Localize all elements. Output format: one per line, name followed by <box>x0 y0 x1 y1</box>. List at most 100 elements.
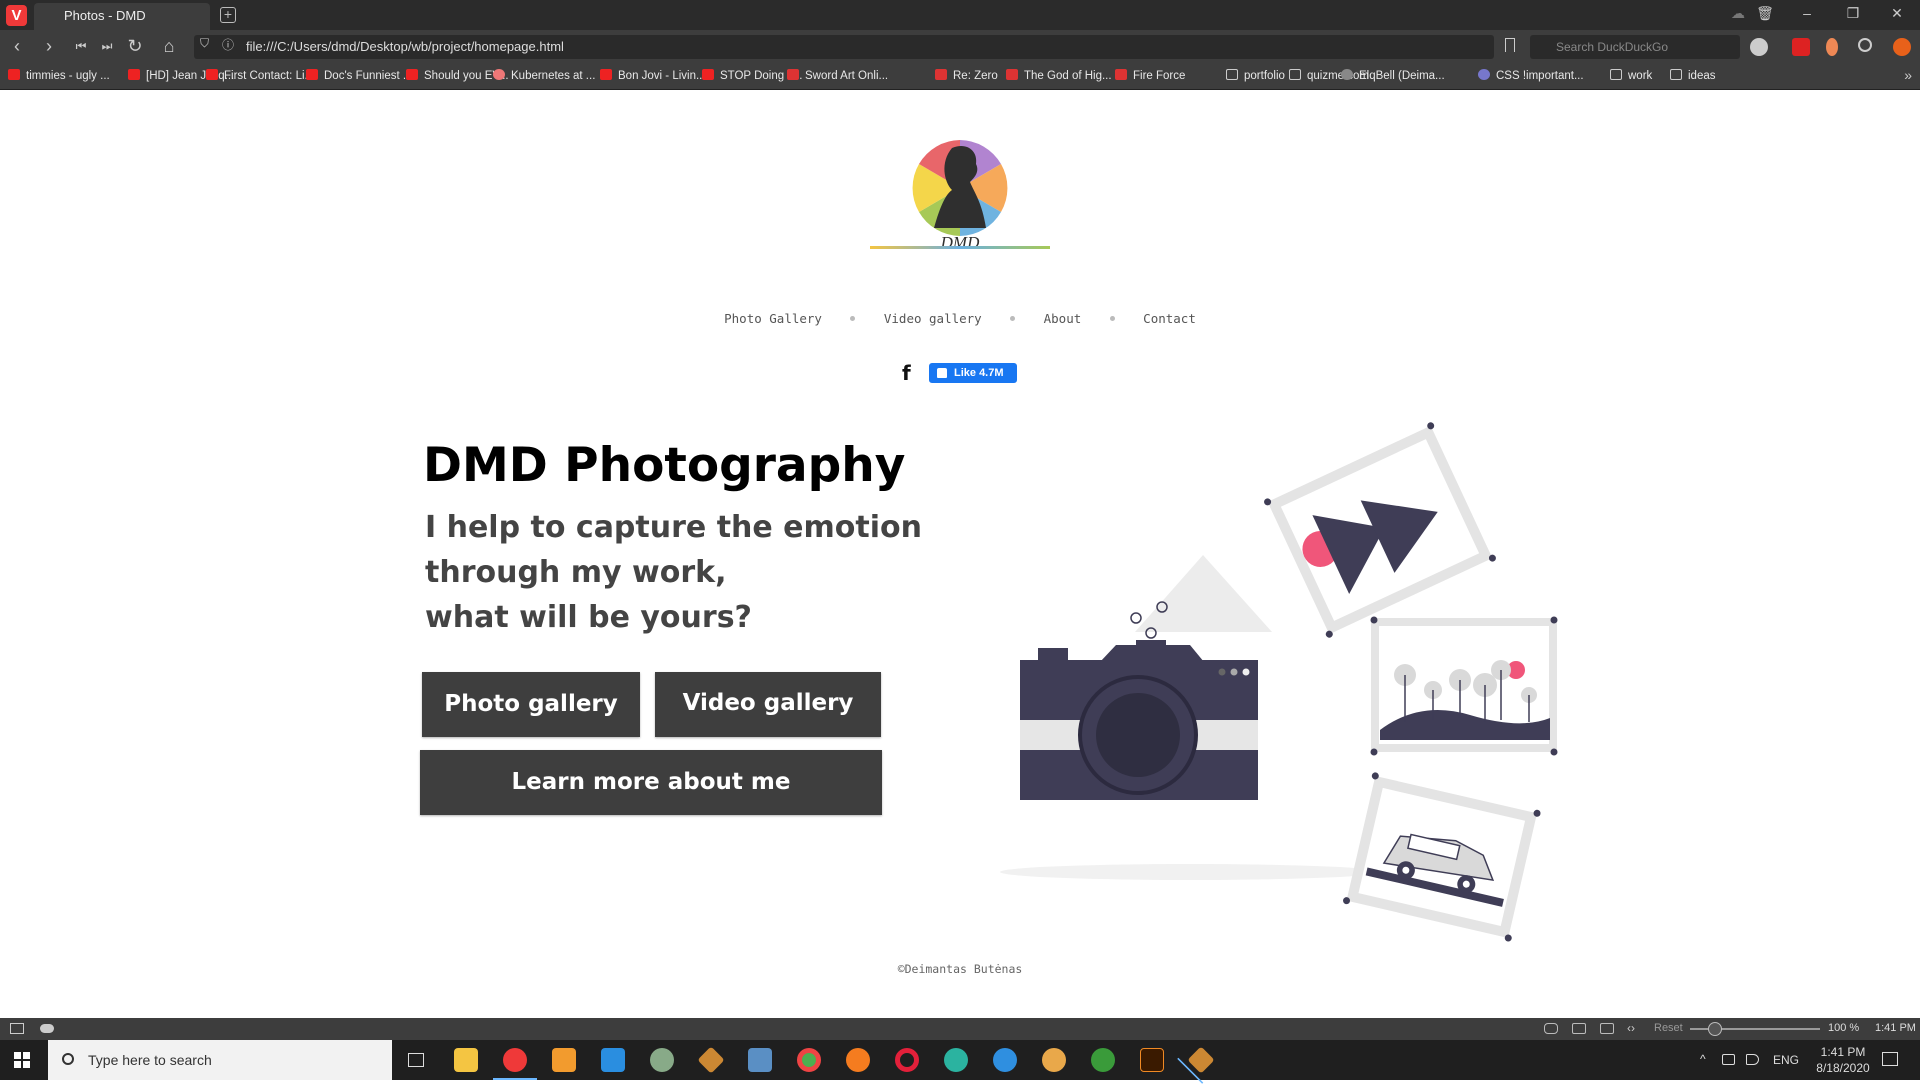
folder-icon <box>1226 69 1238 80</box>
hero-tagline: I help to capture the emotion through my… <box>425 505 985 640</box>
fast-forward-button[interactable]: ⏭ <box>96 36 118 56</box>
bookmark-item[interactable]: CSS !important... <box>1478 69 1584 82</box>
svg-text:DMD: DMD <box>940 233 980 252</box>
bookmark-item[interactable]: ideas <box>1670 69 1716 82</box>
zoom-level: 100 % <box>1828 1022 1860 1034</box>
page-actions-icon[interactable]: ‹› <box>1627 1021 1635 1035</box>
info-icon[interactable]: ⓘ <box>222 36 234 53</box>
reload-button[interactable]: ↻ <box>124 36 146 56</box>
bookmark-item[interactable]: timmies - ugly ... <box>8 69 110 82</box>
action-center-icon[interactable] <box>1882 1052 1898 1066</box>
profile-avatar-icon[interactable] <box>1750 38 1768 56</box>
bookmark-page-icon[interactable] <box>1505 38 1515 52</box>
xbox-icon[interactable] <box>1091 1048 1115 1072</box>
nav-separator <box>850 316 856 321</box>
windows-start-icon[interactable] <box>14 1052 30 1068</box>
home-button[interactable]: ⌂ <box>158 36 180 56</box>
browser-tab-bar: V Photos - DMD + ☁ 🗑 – ❐ ✕ <box>0 0 1920 30</box>
tiling-icon[interactable] <box>1572 1023 1586 1034</box>
bookmark-item[interactable]: Fire Force <box>1115 69 1185 82</box>
bookmarks-overflow-icon[interactable]: » <box>1904 67 1912 83</box>
video-gallery-button[interactable]: Video gallery <box>655 672 881 737</box>
minimize-button[interactable]: – <box>1797 5 1817 21</box>
tab-photos-dmd[interactable]: Photos - DMD <box>34 3 210 30</box>
network-icon[interactable] <box>1722 1054 1735 1065</box>
camera-icon <box>1020 640 1258 800</box>
date-icon <box>1006 69 1018 80</box>
sync-cloud-icon[interactable] <box>40 1024 54 1033</box>
nav-video-gallery[interactable]: Video gallery <box>884 311 982 326</box>
extension-icon[interactable] <box>1826 38 1838 56</box>
bookmark-item[interactable]: First Contact: Li... <box>206 69 314 82</box>
bookmark-item[interactable]: The God of Hig... <box>1006 69 1112 82</box>
bookmark-item[interactable]: Sword Art Onli... <box>787 69 888 82</box>
zoom-reset-button[interactable]: Reset <box>1654 1022 1683 1034</box>
restore-button[interactable]: ❐ <box>1843 5 1863 22</box>
nav-contact[interactable]: Contact <box>1143 311 1196 326</box>
nav-about[interactable]: About <box>1044 311 1082 326</box>
trash-icon[interactable]: 🗑 <box>1755 5 1775 22</box>
bookmark-item[interactable]: portfolio <box>1226 69 1285 82</box>
gitkraken-icon[interactable] <box>1187 1046 1215 1074</box>
search-engine-field[interactable]: Search DuckDuckGo <box>1530 35 1740 59</box>
tagline-line: through my work, <box>425 555 727 590</box>
photo-frame-icon <box>1343 772 1541 942</box>
edge-icon[interactable] <box>944 1048 968 1072</box>
panel-toggle-icon[interactable] <box>10 1023 24 1034</box>
image-toggle-icon[interactable] <box>1600 1023 1614 1034</box>
media-app-icon[interactable] <box>1042 1048 1066 1072</box>
opera-icon[interactable] <box>895 1048 919 1072</box>
learn-more-button[interactable]: Learn more about me <box>420 750 882 815</box>
vivaldi-menu-icon[interactable]: V <box>6 5 27 26</box>
forward-button[interactable]: › <box>38 36 60 56</box>
task-view-icon[interactable] <box>408 1053 424 1067</box>
internet-explorer-icon[interactable] <box>993 1048 1017 1072</box>
close-window-button[interactable]: ✕ <box>1887 5 1907 22</box>
bookmark-label: Sword Art Onli... <box>805 70 889 82</box>
folder-icon <box>1289 69 1301 80</box>
screenshot-camera-icon[interactable] <box>1544 1023 1558 1034</box>
photo-gallery-button[interactable]: Photo gallery <box>422 672 640 737</box>
bookmark-item[interactable]: Re: Zero <box>935 69 998 82</box>
volume-icon[interactable] <box>1746 1054 1759 1065</box>
chrome-icon[interactable] <box>797 1048 821 1072</box>
bookmark-item[interactable]: Bon Jovi - Livin... <box>600 69 706 82</box>
vivaldi-taskbar-icon[interactable] <box>493 1048 537 1080</box>
bookmark-item[interactable]: ElqBell (Deima... <box>1341 69 1445 82</box>
tray-overflow-icon[interactable]: ^ <box>1700 1052 1706 1066</box>
nav-photo-gallery[interactable]: Photo Gallery <box>724 311 822 326</box>
react-devtools-icon[interactable] <box>1858 38 1872 52</box>
paint-icon[interactable] <box>650 1048 674 1072</box>
url-field[interactable]: file:///C:/Users/dmd/Desktop/wb/project/… <box>194 35 1494 59</box>
new-tab-button[interactable]: + <box>220 7 236 23</box>
bookmark-item[interactable]: work <box>1610 69 1652 82</box>
illustrator-icon[interactable] <box>1140 1048 1164 1072</box>
bookmark-item[interactable]: Doc's Funniest ... <box>306 69 412 82</box>
youtube-icon <box>600 69 612 80</box>
vscode-icon[interactable] <box>601 1048 625 1072</box>
bookmark-label: ElqBell (Deima... <box>1359 70 1445 82</box>
gitkraken-icon[interactable] <box>697 1046 725 1074</box>
firefox-icon[interactable] <box>846 1048 870 1072</box>
status-clock: 1:41 PM <box>1875 1022 1916 1034</box>
sublime-text-icon[interactable] <box>552 1048 576 1072</box>
webpage-viewport: DMD Photo Gallery Video gallery About Co… <box>0 90 1920 1018</box>
tab-title: Photos - DMD <box>64 8 146 23</box>
dmd-logo[interactable]: DMD <box>868 130 1052 254</box>
youtube-icon <box>206 69 218 80</box>
language-indicator[interactable]: ENG <box>1773 1053 1799 1067</box>
cloud-sync-icon[interactable]: ☁ <box>1728 5 1748 22</box>
zoom-slider-handle[interactable] <box>1708 1022 1722 1036</box>
back-button[interactable]: ‹ <box>6 36 28 56</box>
taskbar-clock[interactable]: 1:41 PM 8/18/2020 <box>1808 1044 1878 1076</box>
bookmark-item[interactable]: Kubernetes at ... <box>493 69 595 82</box>
bookmark-label: Bon Jovi - Livin... <box>618 70 706 82</box>
rewind-button[interactable]: ⏮ <box>70 36 92 56</box>
adblock-plus-icon[interactable] <box>1792 38 1810 56</box>
shield-icon[interactable]: ⛉ <box>200 36 209 51</box>
firefox-relay-icon[interactable] <box>1893 38 1911 56</box>
facebook-icon[interactable]: f <box>902 361 911 385</box>
taskbar-search-field[interactable]: Type here to search <box>48 1040 392 1080</box>
file-explorer-icon[interactable] <box>454 1048 478 1072</box>
calculator-icon[interactable] <box>748 1048 772 1072</box>
